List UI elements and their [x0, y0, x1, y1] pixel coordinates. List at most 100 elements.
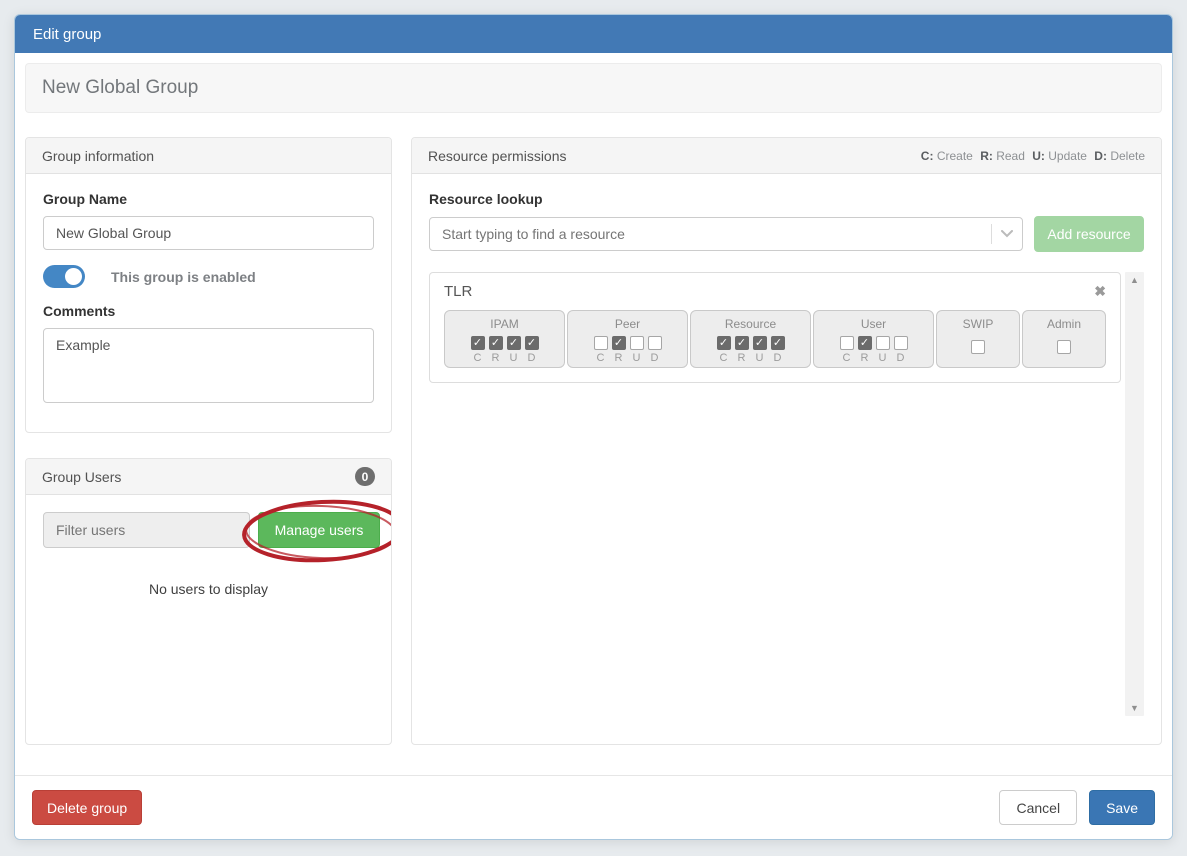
crud-letter: R — [489, 352, 503, 364]
permission-group-admin: Admin — [1022, 310, 1106, 368]
resource-permissions-header: Resource permissions C: Create R: Read U… — [412, 138, 1161, 174]
checkbox-peer-u[interactable] — [630, 336, 644, 350]
group-title: New Global Group — [42, 77, 198, 99]
permission-groups-row: IPAM✓✓✓✓CRUDPeer✓CRUDResource✓✓✓✓CRUDUse… — [444, 310, 1106, 368]
checkbox-resource-r[interactable]: ✓ — [735, 336, 749, 350]
checkbox-resource-c[interactable]: ✓ — [717, 336, 731, 350]
checkbox-ipam-r[interactable]: ✓ — [489, 336, 503, 350]
checkbox-row: ✓ — [568, 336, 687, 350]
crud-letter: R — [612, 352, 626, 364]
crud-letter: D — [894, 352, 908, 364]
crud-letter: U — [630, 352, 644, 364]
checkbox-user-c[interactable] — [840, 336, 854, 350]
group-name-label: Group Name — [43, 191, 374, 207]
edit-group-modal: Edit group New Global Group Group inform… — [14, 14, 1173, 840]
filter-users-input[interactable] — [43, 512, 250, 548]
resource-permissions-panel: Resource permissions C: Create R: Read U… — [411, 137, 1162, 745]
modal-footer: Delete group Cancel Save — [15, 775, 1172, 839]
permission-group-title: IPAM — [445, 317, 564, 331]
checkbox-user-r[interactable]: ✓ — [858, 336, 872, 350]
checkbox-row: ✓ — [814, 336, 933, 350]
crud-letter: U — [876, 352, 890, 364]
permission-group-title: SWIP — [937, 317, 1019, 331]
no-users-message: No users to display — [43, 581, 374, 597]
comments-textarea[interactable]: Example — [43, 328, 374, 403]
checkbox-resource-d[interactable]: ✓ — [771, 336, 785, 350]
resource-list-scroll-area: TLR ✖ IPAM✓✓✓✓CRUDPeer✓CRUDResource✓✓✓✓C… — [429, 272, 1144, 716]
crud-letter: R — [858, 352, 872, 364]
crud-letters: CRUD — [814, 352, 933, 364]
permission-group-user: User ✓ CRUD — [813, 310, 934, 368]
close-icon[interactable]: ✖ — [1094, 283, 1106, 300]
group-users-panel: Group Users 0 Manage users No users — [25, 458, 392, 745]
permission-group-swip: SWIP — [936, 310, 1020, 368]
crud-letter: D — [525, 352, 539, 364]
panel-title: Resource permissions — [428, 148, 567, 164]
scroll-down-icon[interactable]: ▼ — [1125, 703, 1144, 713]
checkbox-ipam-u[interactable]: ✓ — [507, 336, 521, 350]
scroll-up-icon[interactable]: ▲ — [1125, 275, 1144, 285]
manage-users-button[interactable]: Manage users — [258, 512, 380, 548]
checkbox-row: ✓ ✓ ✓ ✓ — [691, 336, 810, 350]
crud-letters: CRUD — [568, 352, 687, 364]
group-enabled-toggle[interactable] — [43, 265, 85, 288]
checkbox-user-d[interactable] — [894, 336, 908, 350]
permission-group-title: Peer — [568, 317, 687, 331]
save-button[interactable]: Save — [1089, 790, 1155, 825]
group-name-input[interactable] — [43, 216, 374, 250]
checkbox-admin-single[interactable] — [1057, 340, 1071, 354]
add-resource-button[interactable]: Add resource — [1034, 216, 1144, 252]
crud-letters: CRUD — [445, 352, 564, 364]
toggle-knob — [65, 268, 82, 285]
resource-lookup-input[interactable] — [430, 218, 991, 250]
checkbox-peer-d[interactable] — [648, 336, 662, 350]
enabled-label: This group is enabled — [111, 269, 256, 285]
checkbox-peer-r[interactable]: ✓ — [612, 336, 626, 350]
permission-group-title: User — [814, 317, 933, 331]
checkbox-row — [937, 340, 1019, 354]
chevron-down-icon[interactable] — [992, 218, 1022, 250]
comments-label: Comments — [43, 303, 374, 319]
checkbox-swip-single[interactable] — [971, 340, 985, 354]
crud-letter: C — [717, 352, 731, 364]
panel-title: Group Users — [42, 469, 121, 485]
permission-group-title: Admin — [1023, 317, 1105, 331]
resource-card-tlr: TLR ✖ IPAM✓✓✓✓CRUDPeer✓CRUDResource✓✓✓✓C… — [429, 272, 1121, 383]
resource-lookup-field — [429, 217, 1023, 251]
group-users-header: Group Users 0 — [26, 459, 391, 495]
cancel-button[interactable]: Cancel — [999, 790, 1077, 825]
permission-group-ipam: IPAM ✓ ✓ ✓ ✓ CRUD — [444, 310, 565, 368]
crud-letter: U — [507, 352, 521, 364]
left-column: Group information Group Name This group … — [25, 137, 392, 745]
resource-lookup-row: Add resource — [429, 216, 1144, 252]
group-information-panel: Group information Group Name This group … — [25, 137, 392, 433]
crud-letter: C — [594, 352, 608, 364]
checkbox-resource-u[interactable]: ✓ — [753, 336, 767, 350]
right-column: Resource permissions C: Create R: Read U… — [411, 137, 1162, 745]
group-title-box: New Global Group — [25, 63, 1162, 113]
checkbox-ipam-c[interactable]: ✓ — [471, 336, 485, 350]
permission-group-peer: Peer ✓ CRUD — [567, 310, 688, 368]
user-count-badge: 0 — [355, 467, 375, 486]
crud-legend: C: Create R: Read U: Update D: Delete — [917, 149, 1145, 163]
delete-group-button[interactable]: Delete group — [32, 790, 142, 825]
permission-group-resource: Resource✓✓✓✓CRUD — [690, 310, 811, 368]
crud-letter: D — [771, 352, 785, 364]
crud-letters: CRUD — [691, 352, 810, 364]
crud-letter: R — [735, 352, 749, 364]
crud-letter: C — [471, 352, 485, 364]
checkbox-peer-c[interactable] — [594, 336, 608, 350]
checkbox-user-u[interactable] — [876, 336, 890, 350]
resource-lookup-label: Resource lookup — [429, 191, 1144, 207]
content-columns: Group information Group Name This group … — [25, 137, 1162, 745]
crud-letter: U — [753, 352, 767, 364]
modal-body: New Global Group Group information Group… — [15, 53, 1172, 775]
vertical-scrollbar[interactable]: ▲ ▼ — [1125, 272, 1144, 716]
modal-header: Edit group — [15, 15, 1172, 53]
checkbox-row: ✓ ✓ ✓ ✓ — [445, 336, 564, 350]
resource-name: TLR — [444, 283, 472, 300]
crud-letter: D — [648, 352, 662, 364]
crud-letter: C — [840, 352, 854, 364]
checkbox-ipam-d[interactable]: ✓ — [525, 336, 539, 350]
group-information-header: Group information — [26, 138, 391, 174]
